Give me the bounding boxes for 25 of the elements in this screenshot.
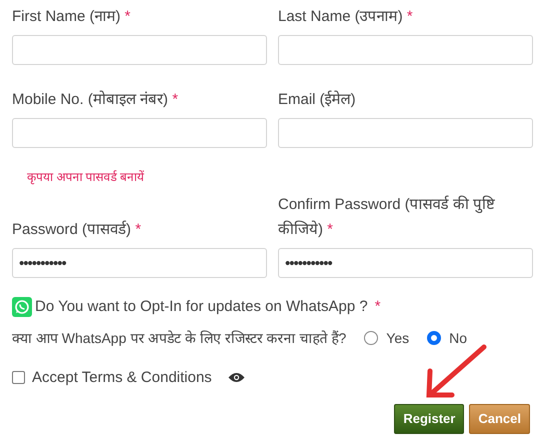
whatsapp-icon bbox=[12, 297, 32, 318]
input-field[interactable] bbox=[12, 35, 267, 65]
field-label: Mobile No. (मोबाइल नंबर) * bbox=[12, 90, 180, 110]
field-label: Password (पासवर्ड) * bbox=[12, 220, 142, 240]
radio-label[interactable]: Yes bbox=[386, 328, 410, 348]
whatsapp-question-hindi: क्या आप WhatsApp पर अपडेट के लिए रजिस्टर करना चाहते हैं? bbox=[12, 328, 346, 348]
checkbox[interactable] bbox=[12, 371, 25, 384]
eye-icon[interactable] bbox=[228, 372, 245, 384]
input-field[interactable] bbox=[278, 118, 533, 148]
register-button[interactable]: Register bbox=[394, 404, 464, 434]
radio-button[interactable] bbox=[427, 331, 442, 345]
password-hint: कृपया अपना पासवर्ड बनायें bbox=[27, 169, 146, 186]
field-label: Email (ईमेल) bbox=[278, 90, 357, 110]
radio-button[interactable] bbox=[364, 331, 378, 345]
field-label: First Name (नाम) * bbox=[12, 7, 132, 27]
terms-label[interactable]: Accept Terms & Conditions bbox=[32, 366, 212, 389]
required-asterisk: * bbox=[374, 297, 381, 317]
field-label: Confirm Password (पासवर्ड की पुष्टि कीजिये) * bbox=[278, 194, 496, 240]
input-field[interactable] bbox=[278, 35, 533, 65]
field-label: Last Name (उपनाम) * bbox=[278, 7, 414, 27]
radio-label[interactable]: No bbox=[449, 328, 468, 348]
whatsapp-question: Do You want to Opt-In for updates on WhatsApp ? bbox=[35, 297, 368, 317]
input-field[interactable]: ••••••••••• bbox=[278, 248, 533, 278]
input-field[interactable]: ••••••••••• bbox=[12, 248, 267, 278]
input-field[interactable] bbox=[12, 118, 267, 148]
